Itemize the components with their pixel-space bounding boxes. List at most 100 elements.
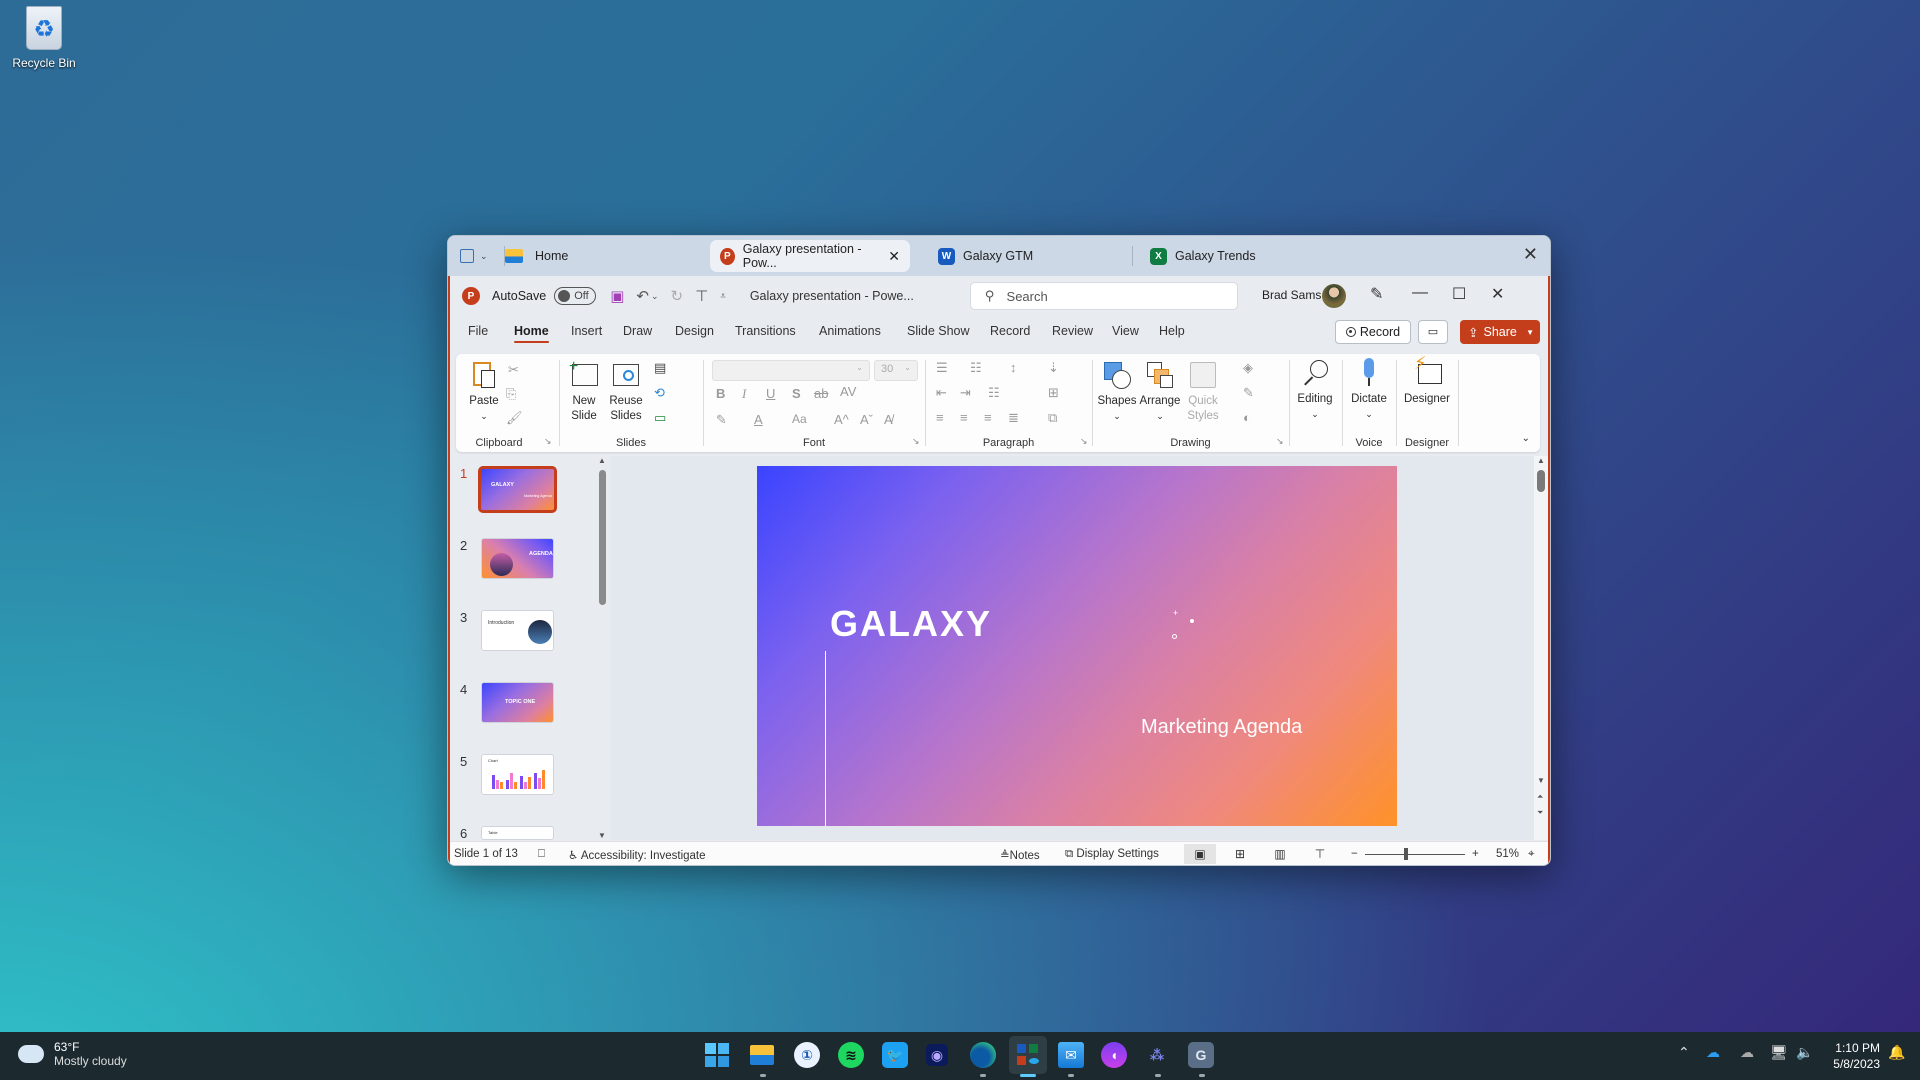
slide-thumbnail-3[interactable]: Introduction xyxy=(481,610,554,651)
new-slide-button[interactable]: + New Slide xyxy=(564,359,604,424)
minimize-icon[interactable]: — xyxy=(1412,284,1428,302)
undo-icon[interactable]: ↶ xyxy=(636,287,649,305)
slide-thumbnail-6[interactable]: Table xyxy=(481,826,554,840)
align-left-icon[interactable]: ≡ xyxy=(936,410,944,425)
generic-app-icon[interactable]: G xyxy=(1188,1042,1214,1068)
recycle-bin[interactable]: Recycle Bin xyxy=(8,6,80,70)
onedrive-personal-icon[interactable]: ☁ xyxy=(1740,1044,1754,1061)
dictate-button[interactable]: Dictate ⌄ xyxy=(1347,358,1391,422)
reset-icon[interactable]: ⟲ xyxy=(654,385,665,401)
zoom-in-button[interactable]: + xyxy=(1472,848,1479,860)
reading-view-button[interactable]: ▥ xyxy=(1264,844,1296,864)
slide-scrollbar[interactable]: ▲ ▼ ⏶ ⏷ xyxy=(1534,456,1548,840)
onedrive-icon[interactable]: ☁ xyxy=(1706,1044,1720,1061)
autosave-toggle[interactable]: Off xyxy=(554,287,597,305)
redo-icon[interactable]: ↻ xyxy=(671,287,684,305)
tab-slide-show[interactable]: Slide Show xyxy=(907,324,970,338)
dialog-launcher-icon[interactable]: ↘ xyxy=(544,436,552,447)
display-settings-button[interactable]: ⧉ Display Settings xyxy=(1065,848,1159,861)
slide-title[interactable]: GALAXY xyxy=(830,603,992,645)
tab-help[interactable]: Help xyxy=(1159,324,1185,338)
notes-button[interactable]: ≜Notes xyxy=(1000,848,1040,862)
tab-galaxy-trends[interactable]: X Galaxy Trends xyxy=(1140,240,1266,272)
quick-styles-button[interactable]: Quick Styles xyxy=(1183,360,1223,424)
notification-icon[interactable]: 🔔 xyxy=(1888,1044,1905,1061)
tab-review[interactable]: Review xyxy=(1052,324,1093,338)
document-title[interactable]: Galaxy presentation - Powe... xyxy=(750,289,914,303)
tab-insert[interactable]: Insert xyxy=(571,324,602,338)
slide-canvas[interactable]: GALAXY + Marketing Agenda xyxy=(757,466,1397,826)
twitter-icon[interactable]: 🐦 xyxy=(882,1042,908,1068)
grow-font-button[interactable]: A^ xyxy=(834,412,849,427)
maximize-icon[interactable]: ☐ xyxy=(1452,284,1466,304)
shape-outline-icon[interactable]: ✎ xyxy=(1243,385,1254,401)
align-right-icon[interactable]: ≡ xyxy=(984,410,992,425)
file-explorer-icon[interactable] xyxy=(749,1042,775,1068)
comments-button[interactable]: ▭ xyxy=(1418,320,1448,344)
columns-icon[interactable]: ☷ xyxy=(988,385,1000,401)
clipchamp-icon[interactable]: ◖ xyxy=(1101,1042,1127,1068)
increase-indent-icon[interactable]: ⇥ xyxy=(960,385,971,401)
dialog-launcher-icon[interactable]: ↘ xyxy=(1276,436,1284,447)
tab-design[interactable]: Design xyxy=(675,324,714,338)
spotify-icon[interactable]: ≋ xyxy=(838,1042,864,1068)
thumbnail-scrollbar[interactable]: ▲ ▼ xyxy=(598,456,608,840)
zoom-level[interactable]: 51% xyxy=(1496,848,1519,860)
1password-icon[interactable]: ① xyxy=(794,1042,820,1068)
previous-slide-icon[interactable]: ⏶ xyxy=(1537,792,1543,802)
customize-qat-icon[interactable]: ⩡ xyxy=(720,291,726,302)
slide-thumbnail-4[interactable]: TOPIC ONE xyxy=(481,682,554,723)
tab-home[interactable]: Home xyxy=(495,240,578,272)
show-hidden-icons[interactable]: ⌃ xyxy=(1678,1044,1690,1061)
record-button[interactable]: Record xyxy=(1335,320,1411,344)
slide-thumbnail-1[interactable]: GALAXY Marketing Agenda xyxy=(478,466,557,513)
shape-fill-icon[interactable]: ◈ xyxy=(1243,360,1253,376)
cut-icon[interactable]: ✂ xyxy=(508,362,519,378)
volume-icon[interactable]: 🔈 xyxy=(1796,1044,1813,1061)
tab-transitions[interactable]: Transitions xyxy=(735,324,796,338)
tab-home[interactable]: Home xyxy=(514,324,549,343)
section-icon[interactable]: ▭ xyxy=(654,410,666,426)
text-direction-icon[interactable]: ⇣ xyxy=(1048,360,1059,376)
reuse-slides-button[interactable]: Reuse Slides xyxy=(606,360,646,424)
teams-icon[interactable]: ⁂ xyxy=(1144,1042,1170,1068)
undo-dropdown-icon[interactable]: ⌄ xyxy=(651,291,659,302)
font-color-icon[interactable]: A xyxy=(754,412,763,427)
close-window-icon[interactable]: ✕ xyxy=(1523,244,1538,265)
clear-formatting-icon[interactable]: A̸ xyxy=(884,412,893,427)
underline-button[interactable]: U xyxy=(766,386,775,401)
zoom-out-button[interactable]: − xyxy=(1351,848,1358,860)
scroll-up-icon[interactable]: ▲ xyxy=(1537,456,1545,465)
shape-effects-icon[interactable]: ◐ xyxy=(1243,410,1251,425)
designer-button[interactable]: ⚡ Designer xyxy=(1401,354,1453,407)
highlight-icon[interactable]: ✎ xyxy=(716,412,727,428)
format-painter-icon[interactable]: 🖌 xyxy=(506,410,523,426)
scroll-down-icon[interactable]: ▼ xyxy=(1537,776,1545,785)
arrange-button[interactable]: Arrange ⌄ xyxy=(1137,360,1183,424)
numbering-icon[interactable]: ☷ xyxy=(970,360,982,376)
tab-record[interactable]: Record xyxy=(990,324,1030,338)
clock[interactable]: 1:10 PM 5/8/2023 xyxy=(1824,1040,1880,1072)
slide-sorter-button[interactable]: ⊞ xyxy=(1224,844,1256,864)
slideshow-button[interactable]: ⊤ xyxy=(1304,844,1336,864)
office-apps-icon[interactable] xyxy=(1009,1036,1047,1074)
tab-file[interactable]: File xyxy=(468,324,488,338)
change-case-button[interactable]: Aa xyxy=(792,412,807,426)
decrease-indent-icon[interactable]: ⇤ xyxy=(936,385,947,401)
scrollbar-thumb[interactable] xyxy=(1537,470,1545,492)
zoom-slider-thumb[interactable] xyxy=(1404,848,1408,860)
tab-galaxy-gtm[interactable]: W Galaxy GTM xyxy=(928,240,1043,272)
zoom-slider[interactable] xyxy=(1365,854,1465,855)
pen-icon[interactable]: ✎ xyxy=(1370,284,1383,304)
smartart-icon[interactable]: ⧉ xyxy=(1048,410,1057,426)
chevron-down-icon[interactable]: ⌄ xyxy=(480,251,488,262)
tab-actions-icon[interactable] xyxy=(460,249,474,263)
close-icon[interactable]: ✕ xyxy=(1491,284,1504,304)
scrollbar-thumb[interactable] xyxy=(599,470,606,605)
user-name[interactable]: Brad Sams xyxy=(1262,288,1321,302)
spell-check-icon[interactable]: ⎕ xyxy=(538,848,545,861)
save-icon[interactable]: ▣ xyxy=(610,287,624,305)
accessibility-button[interactable]: ♿ Accessibility: Investigate xyxy=(568,848,706,862)
scroll-up-icon[interactable]: ▲ xyxy=(598,456,606,465)
start-button[interactable] xyxy=(704,1042,730,1068)
